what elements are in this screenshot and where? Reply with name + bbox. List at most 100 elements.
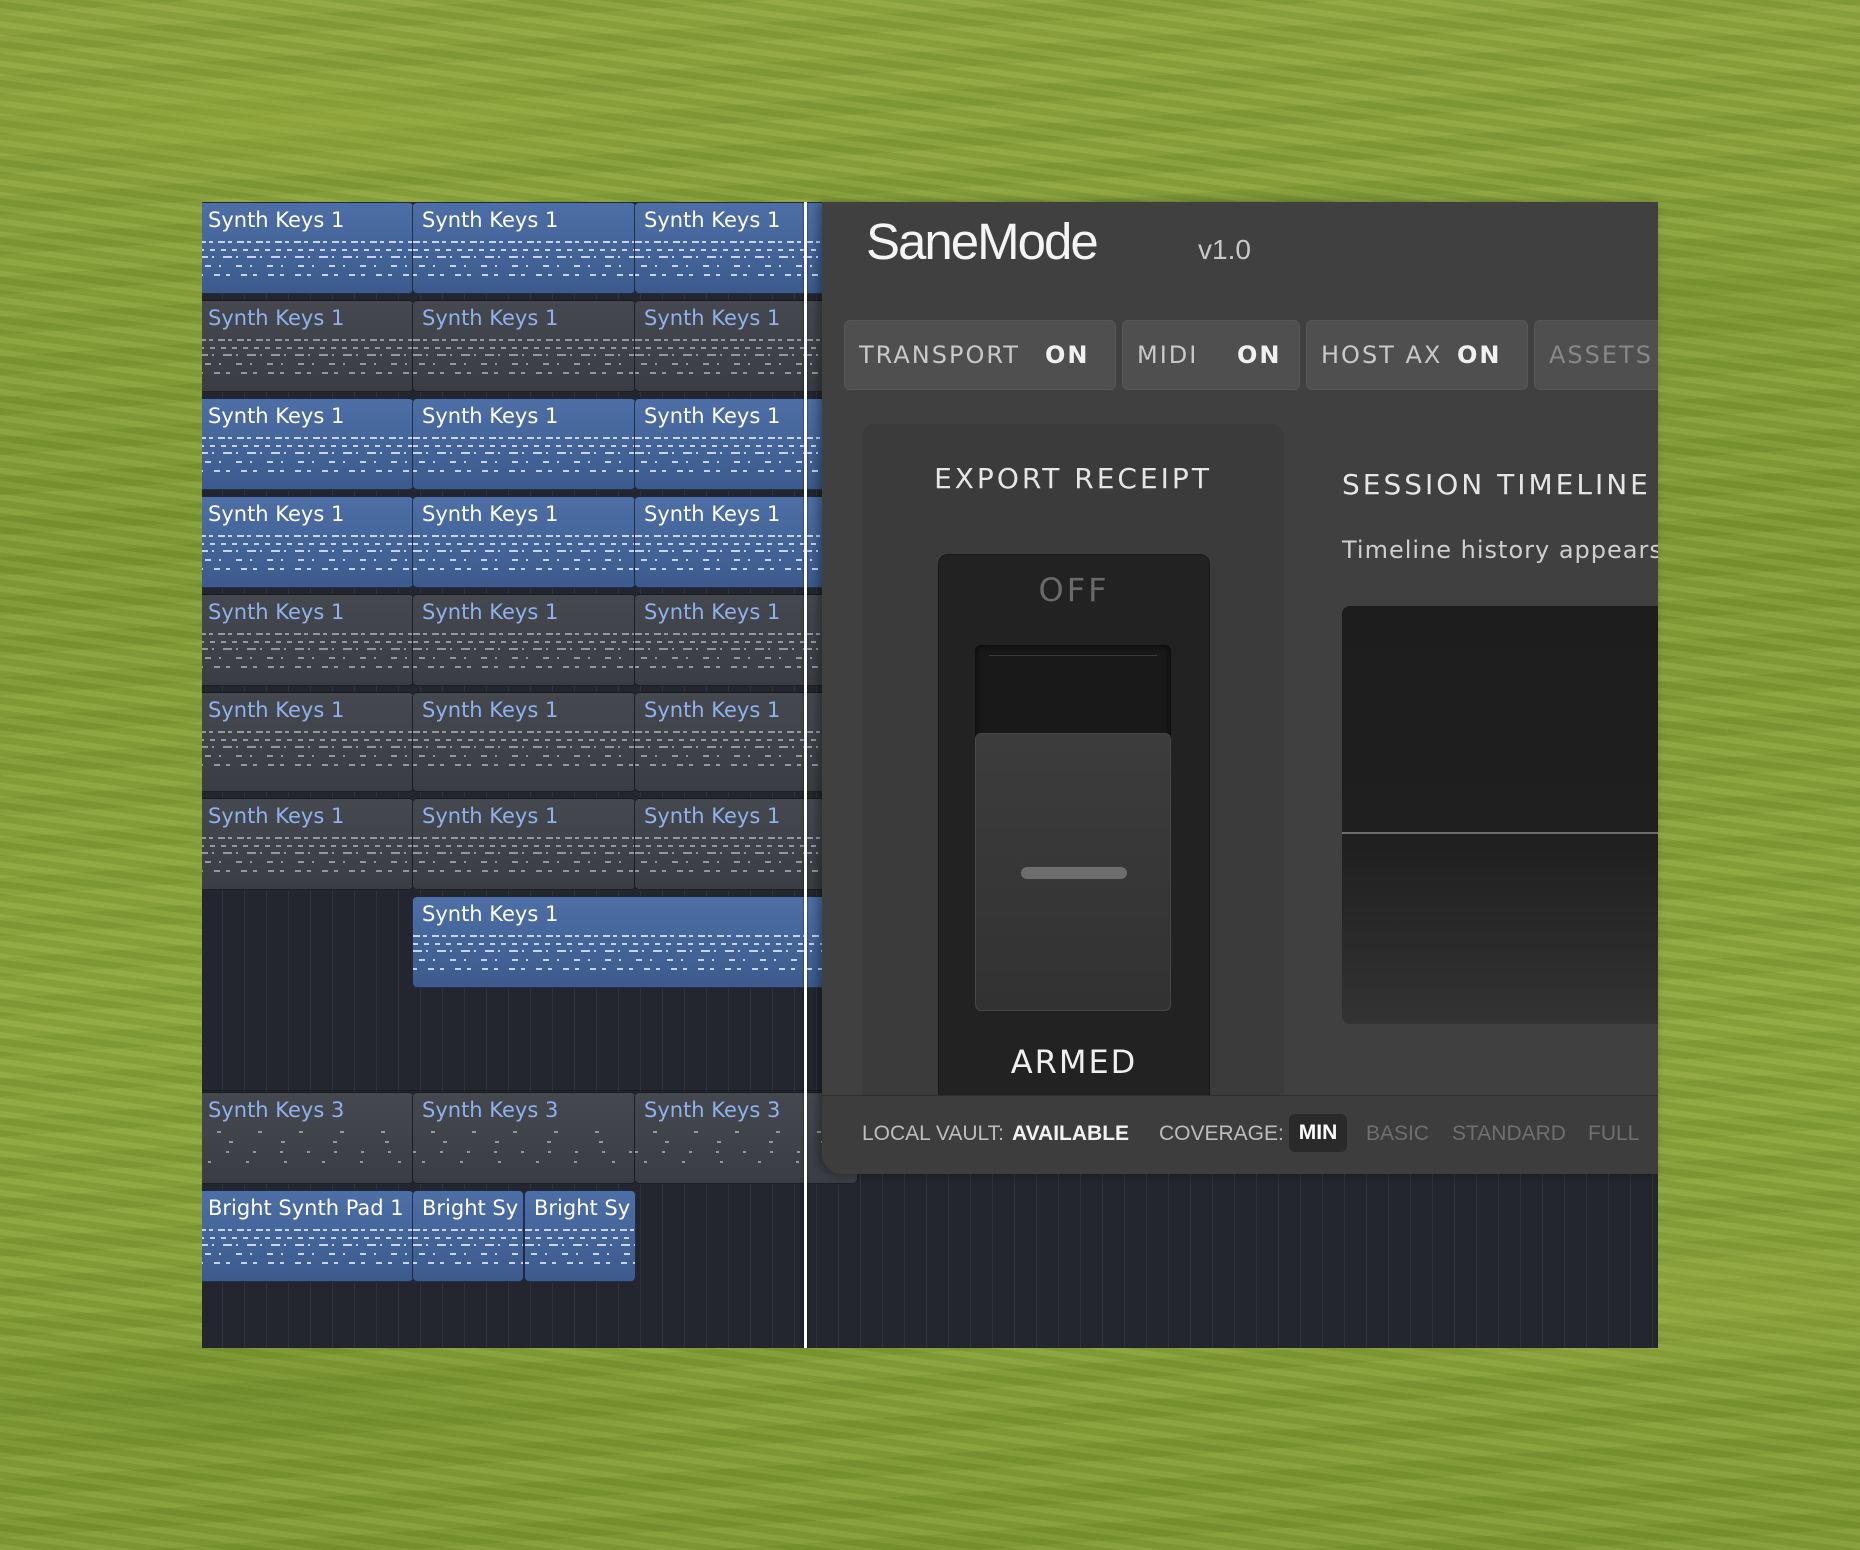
- clip-name: Synth Keys 1: [208, 600, 345, 624]
- coverage-option-min[interactable]: MIN: [1289, 1114, 1347, 1152]
- clip-name: Synth Keys 1: [422, 306, 559, 330]
- clip-synth-keys[interactable]: Synth Keys 1: [412, 692, 636, 792]
- midi-notes: [202, 337, 413, 383]
- service-toggle-host-ax[interactable]: HOST AX ON: [1306, 320, 1528, 390]
- clip-synth-keys[interactable]: Synth Keys 1: [412, 798, 636, 890]
- midi-notes: [413, 239, 635, 285]
- service-state: ON: [1457, 341, 1502, 369]
- coverage-option-standard[interactable]: STANDARD: [1452, 1122, 1566, 1146]
- playhead[interactable]: [804, 202, 807, 1348]
- clip-synth-keys[interactable]: Synth Keys 1: [202, 594, 414, 686]
- midi-notes: [413, 1129, 635, 1175]
- clip-name: Synth Keys 1: [208, 404, 345, 428]
- midi-notes: [525, 1227, 635, 1273]
- clip-synth-keys[interactable]: Synth Keys 1: [202, 398, 414, 490]
- clip-name: Synth Keys 1: [644, 600, 781, 624]
- sanemode-panel: SaneMode v1.0 TRANSPORT ON MIDI ON HOST …: [822, 202, 1658, 1174]
- clip-synth-keys[interactable]: Synth Keys 1: [634, 398, 830, 490]
- service-toggle-assets[interactable]: ASSETS: [1534, 320, 1658, 390]
- clip-name: Synth Keys 1: [422, 502, 559, 526]
- clip-synth-keys-long[interactable]: Synth Keys 1: [412, 896, 832, 988]
- clip-name: Synth Keys 1: [644, 698, 781, 722]
- service-toggle-transport[interactable]: TRANSPORT ON: [844, 320, 1116, 390]
- clip-name: Synth Keys 1: [208, 208, 345, 232]
- clip-name: Bright Sy: [534, 1196, 631, 1220]
- clip-synth-keys-3[interactable]: Synth Keys 3: [412, 1092, 636, 1184]
- clip-name: Synth Keys 1: [422, 698, 559, 722]
- clip-name: Synth Keys 1: [208, 804, 345, 828]
- local-vault-label: LOCAL VAULT:: [862, 1122, 1004, 1145]
- service-state: ON: [1237, 341, 1282, 369]
- midi-notes: [635, 835, 829, 881]
- clip-name: Synth Keys 1: [644, 306, 781, 330]
- clip-synth-keys[interactable]: Synth Keys 1: [634, 300, 830, 392]
- service-name: HOST AX: [1321, 341, 1443, 369]
- clip-bright-synth-pad[interactable]: Bright Synth Pad 1: [202, 1190, 414, 1282]
- switch-slot: [975, 645, 1171, 1011]
- timeline-baseline: [1342, 832, 1658, 834]
- session-timeline-view: [1342, 606, 1658, 1024]
- clip-name: Synth Keys 1: [422, 404, 559, 428]
- service-name: TRANSPORT: [859, 341, 1020, 369]
- midi-notes: [413, 533, 635, 579]
- clip-synth-keys[interactable]: Synth Keys 1: [202, 496, 414, 588]
- switch-rocker[interactable]: [975, 733, 1171, 1011]
- export-receipt-switch[interactable]: OFF ARMED: [938, 554, 1210, 1156]
- clip-synth-keys[interactable]: Synth Keys 1: [634, 202, 830, 294]
- midi-notes: [635, 631, 829, 677]
- midi-notes: [202, 533, 413, 579]
- service-name: ASSETS: [1549, 341, 1653, 369]
- coverage-label: COVERAGE:: [1159, 1122, 1284, 1145]
- clip-synth-keys[interactable]: Synth Keys 1: [412, 398, 636, 490]
- clip-name: Synth Keys 3: [644, 1098, 781, 1122]
- clip-name: Synth Keys 1: [422, 804, 559, 828]
- clip-synth-keys[interactable]: Synth Keys 1: [412, 496, 636, 588]
- clip-synth-keys[interactable]: Synth Keys 1: [202, 202, 414, 294]
- clip-name: Synth Keys 1: [644, 208, 781, 232]
- clip-bright-synth-pad[interactable]: Bright Sy: [524, 1190, 636, 1282]
- clip-synth-keys[interactable]: Synth Keys 1: [634, 798, 830, 890]
- session-timeline-hint: Timeline history appears a: [1342, 536, 1658, 564]
- clip-synth-keys[interactable]: Synth Keys 1: [634, 692, 830, 792]
- clip-synth-keys[interactable]: Synth Keys 1: [634, 594, 830, 686]
- clip-synth-keys[interactable]: Synth Keys 1: [412, 202, 636, 294]
- coverage-option-full[interactable]: FULL: [1588, 1122, 1639, 1146]
- export-receipt-card: EXPORT RECEIPT OFF ARMED: [862, 424, 1284, 1174]
- midi-notes: [413, 435, 635, 481]
- clip-synth-keys[interactable]: Synth Keys 1: [202, 798, 414, 890]
- clip-name: Synth Keys 3: [422, 1098, 559, 1122]
- midi-notes: [202, 631, 413, 677]
- midi-notes: [202, 1129, 413, 1175]
- clip-synth-keys[interactable]: Synth Keys 1: [634, 496, 830, 588]
- clip-synth-keys[interactable]: Synth Keys 1: [412, 300, 636, 392]
- export-receipt-title: EXPORT RECEIPT: [934, 462, 1212, 495]
- version-label: v1.0: [1198, 234, 1251, 265]
- clip-synth-keys[interactable]: Synth Keys 1: [202, 300, 414, 392]
- switch-armed-label: ARMED: [1010, 1043, 1138, 1081]
- service-toggle-midi[interactable]: MIDI ON: [1122, 320, 1300, 390]
- clip-synth-keys[interactable]: Synth Keys 1: [202, 692, 414, 792]
- midi-notes: [202, 835, 413, 881]
- clip-name: Synth Keys 1: [208, 502, 345, 526]
- service-name: MIDI: [1137, 341, 1199, 369]
- rocker-grip-icon: [1021, 867, 1127, 879]
- local-vault-value: AVAILABLE: [1012, 1122, 1130, 1145]
- clip-name: Synth Keys 1: [422, 600, 559, 624]
- switch-off-label: OFF: [1038, 571, 1110, 609]
- app-logo: SaneMode: [866, 213, 1099, 270]
- midi-notes: [635, 337, 829, 383]
- midi-notes: [413, 729, 635, 783]
- clip-name: Synth Keys 1: [644, 404, 781, 428]
- service-state: ON: [1045, 341, 1090, 369]
- clip-synth-keys-3[interactable]: Synth Keys 3: [202, 1092, 414, 1184]
- coverage-option-basic[interactable]: BASIC: [1366, 1122, 1429, 1146]
- midi-notes: [202, 1227, 413, 1273]
- clip-name: Synth Keys 1: [208, 698, 345, 722]
- midi-notes: [202, 239, 413, 285]
- clip-name: Synth Keys 1: [422, 902, 559, 926]
- clip-name: Bright Sy: [422, 1196, 519, 1220]
- clip-synth-keys[interactable]: Synth Keys 1: [412, 594, 636, 686]
- session-timeline-title: SESSION TIMELINE: [1342, 468, 1651, 501]
- clip-bright-synth-pad[interactable]: Bright Sy: [412, 1190, 524, 1282]
- midi-notes: [413, 631, 635, 677]
